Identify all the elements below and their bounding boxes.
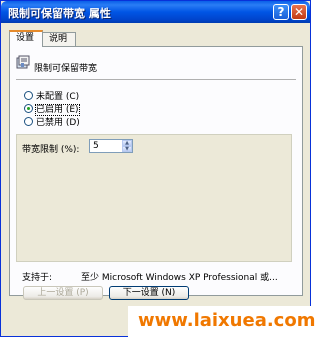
spinner-buttons: ▲ ▼ — [122, 140, 132, 152]
supported-value: 至少 Microsoft Windows XP Professional 或..… — [81, 273, 278, 283]
radio-label: 已启用 (E) — [35, 104, 80, 116]
radio-circle[interactable] — [24, 117, 33, 126]
supported-on: 支持于: 至少 Microsoft Windows XP Professiona… — [22, 270, 278, 283]
bandwidth-spinner[interactable]: 5 ▲ ▼ — [89, 139, 133, 153]
radio-disabled[interactable]: 已禁用 (D) — [24, 115, 80, 128]
window-title: 限制可保留带宽 属性 — [8, 7, 111, 20]
options-box: 带宽限制 (%): 5 ▲ ▼ — [16, 134, 292, 262]
radio-circle[interactable] — [24, 104, 33, 113]
watermark-text: www.laixuea.com — [138, 310, 316, 331]
spin-down-icon[interactable]: ▼ — [122, 146, 132, 152]
divider — [16, 79, 296, 80]
radio-not-configured[interactable]: 未配置 (C) — [24, 89, 80, 102]
radio-label: 已禁用 (D) — [36, 118, 80, 128]
policy-name: 限制可保留带宽 — [34, 64, 98, 74]
close-button[interactable]: ✕ — [291, 4, 307, 20]
tab-settings[interactable]: 设置 — [9, 30, 43, 47]
policy-icon — [16, 55, 30, 69]
previous-setting-button[interactable]: 上一设置 (P) — [23, 286, 103, 300]
tab-explain[interactable]: 说明 — [42, 32, 76, 46]
title-bar[interactable]: 限制可保留带宽 属性 ? ✕ — [1, 1, 310, 23]
bandwidth-limit-label: 带宽限制 (%): — [22, 145, 80, 155]
help-button[interactable]: ? — [273, 4, 289, 20]
watermark: www.laixuea.com — [128, 306, 315, 337]
supported-label: 支持于: — [22, 273, 53, 283]
next-setting-button[interactable]: 下一设置 (N) — [109, 286, 189, 300]
radio-enabled[interactable]: 已启用 (E) — [24, 102, 80, 116]
radio-label: 未配置 (C) — [36, 92, 80, 102]
properties-dialog: 限制可保留带宽 属性 ? ✕ 设置 说明 限制可保留带宽 未配置 (C) 已启用… — [0, 0, 311, 337]
radio-circle[interactable] — [24, 91, 33, 100]
bandwidth-value[interactable]: 5 — [93, 141, 99, 151]
